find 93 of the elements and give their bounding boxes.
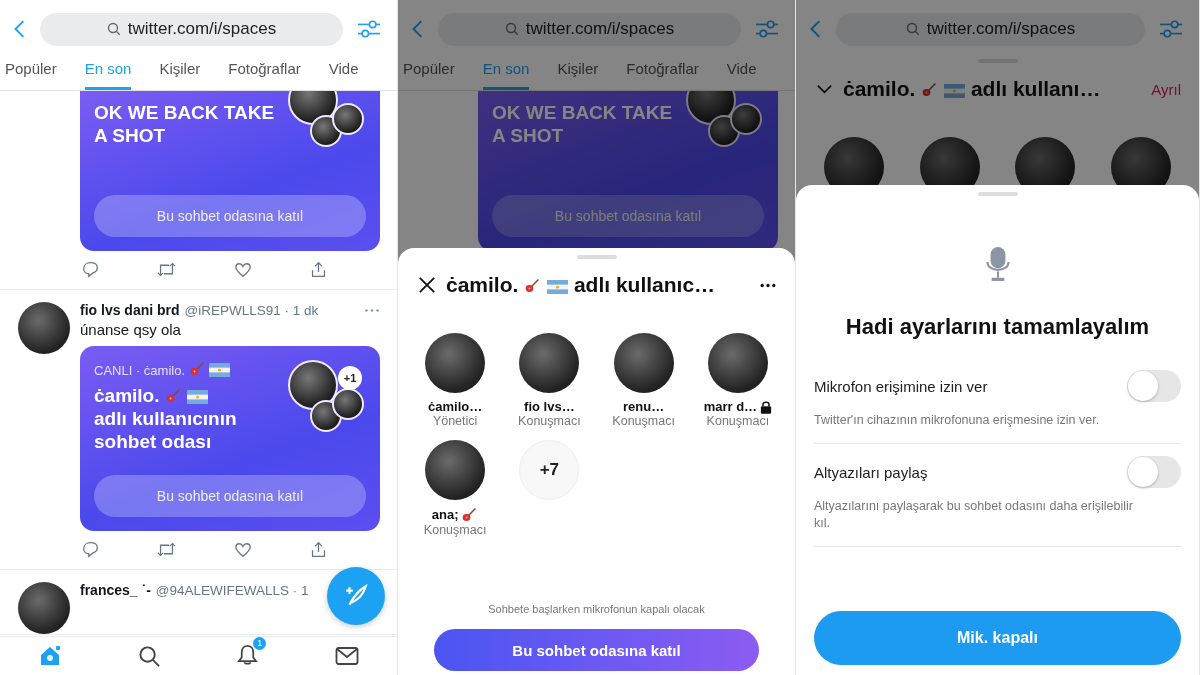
space-title: adlı kullanı… xyxy=(970,77,1101,100)
flag-icon xyxy=(187,390,209,404)
filter-icon[interactable] xyxy=(1159,18,1183,40)
like-icon[interactable] xyxy=(234,261,252,279)
guitar-icon xyxy=(921,81,939,98)
user-name[interactable]: frances_ ˙- xyxy=(80,582,151,598)
join-space-button[interactable]: Bu sohbet odasına katıl xyxy=(492,195,764,237)
participant-role: Yönetici xyxy=(432,414,478,428)
lock-icon xyxy=(760,399,773,414)
back-icon[interactable] xyxy=(12,18,26,40)
setting-description: Twitter'ın cihazının mikrofonuna erişmesine izin ver. xyxy=(814,412,1101,429)
space-title: adlı kullanıcının sohbet odası xyxy=(94,407,238,453)
reply-icon[interactable] xyxy=(82,261,99,278)
user-handle: @iREPWLLS91 · 1 dk xyxy=(184,302,319,318)
retweet-icon[interactable] xyxy=(157,261,176,278)
guitar-icon xyxy=(164,387,182,404)
live-label: CANLI · ċamilo. xyxy=(94,363,186,378)
avatar-photo xyxy=(18,302,70,354)
setting-label: Mikrofon erişimine izin ver xyxy=(814,377,988,395)
sheet-handle[interactable] xyxy=(977,192,1018,196)
guitar-icon xyxy=(188,360,206,377)
microphone-icon xyxy=(984,246,1011,282)
avatar-photo xyxy=(18,582,70,634)
flag-icon xyxy=(944,84,966,98)
listener-count-badge: +1 xyxy=(338,366,362,390)
tab[interactable]: Vide xyxy=(726,60,757,90)
reply-icon[interactable] xyxy=(82,541,99,558)
space-card[interactable]: OK WE BACK TAKE A SHOT Bu sohbet odasına katıl xyxy=(478,91,778,251)
leave-button[interactable]: Ayrıl xyxy=(1151,80,1181,98)
space-card[interactable]: OK WE BACK TAKE A SHOT Bu sohbet odasına katıl xyxy=(80,91,380,251)
toggle-switch[interactable] xyxy=(1127,456,1181,488)
close-icon[interactable] xyxy=(418,276,436,294)
tab[interactable]: Vide xyxy=(328,60,359,90)
flag-icon xyxy=(547,280,569,294)
tab[interactable]: Popüler xyxy=(403,60,455,90)
participant-name: ana; xyxy=(431,507,459,522)
join-space-button[interactable]: Bu sohbet odasına katıl xyxy=(94,475,366,517)
participant-role: Konuşmacı xyxy=(612,414,675,428)
filter-icon[interactable] xyxy=(357,18,381,40)
search-icon xyxy=(106,21,122,37)
tab[interactable]: Fotoğraflar xyxy=(626,60,699,90)
guitar-icon xyxy=(461,506,479,523)
search-icon[interactable] xyxy=(137,644,161,668)
more-icon[interactable] xyxy=(759,282,777,288)
mail-icon[interactable] xyxy=(335,646,360,666)
notification-badge: 1 xyxy=(253,636,267,650)
retweet-icon[interactable] xyxy=(157,541,176,558)
mic-off-button[interactable]: Mik. kapalı xyxy=(814,611,1181,665)
search-icon xyxy=(905,21,921,37)
search-field[interactable]: twitter.com/i/spaces xyxy=(40,12,343,46)
more-participants-button[interactable]: +7 xyxy=(519,440,580,500)
toggle-switch[interactable] xyxy=(1127,370,1181,402)
setting-description: Altyazılarını paylaşarak bu sohbet odasını daha erişilebilir kıl. xyxy=(814,498,1134,532)
user-name[interactable]: fio lvs dani brd xyxy=(80,302,180,318)
host-name: ċamilo. xyxy=(843,77,916,100)
participant-name: renu… xyxy=(623,399,665,414)
back-icon[interactable] xyxy=(410,18,424,40)
share-icon[interactable] xyxy=(310,541,327,558)
share-icon[interactable] xyxy=(310,261,327,278)
dialog-heading: Hadi ayarlarını tamamlayalım xyxy=(844,314,1151,340)
participant-role: Konuşmacı xyxy=(706,414,770,428)
chevron-down-icon[interactable] xyxy=(816,84,833,94)
filter-icon[interactable] xyxy=(755,18,779,40)
join-space-button[interactable]: Bu sohbet odasına katıl xyxy=(434,629,759,671)
participant-name: marr d… xyxy=(703,399,758,414)
space-title: OK WE BACK TAKE A SHOT xyxy=(94,101,276,147)
setting-label: Altyazıları paylaş xyxy=(814,463,928,481)
search-field[interactable]: twitter.com/i/spaces xyxy=(836,12,1145,46)
participant-name: ċamilo… xyxy=(428,399,483,414)
back-icon[interactable] xyxy=(808,18,822,40)
host-name: ċamilo. xyxy=(446,273,519,296)
guitar-icon xyxy=(524,277,542,294)
tab[interactable]: Kişiler xyxy=(159,60,201,90)
bell-icon[interactable] xyxy=(236,642,260,666)
tweet-text: únanse qsy ola xyxy=(80,321,182,338)
participant-role: Konuşmacı xyxy=(423,523,487,537)
space-card[interactable]: CANLI · ċamilo. ċamilo. adlı kullanıcının sohbet odası +1 Bu sohbet odasına katıl xyxy=(80,346,380,531)
mic-off-note: Sohbete başlarken mikrofonun kapalı olacak xyxy=(487,603,706,615)
search-icon xyxy=(504,21,520,37)
join-space-button[interactable]: Bu sohbet odasına katıl xyxy=(94,195,366,237)
tab[interactable]: Fotoğraflar xyxy=(228,60,301,90)
host-name: ċamilo. xyxy=(94,385,160,406)
sheet-handle[interactable] xyxy=(576,255,617,259)
space-title: adlı kullanıc… xyxy=(573,273,716,296)
tab[interactable]: Kişiler xyxy=(557,60,599,90)
tab[interactable]: Popüler xyxy=(5,60,57,90)
space-title: OK WE BACK TAKE A SHOT xyxy=(492,101,674,147)
participant-role: Konuşmacı xyxy=(518,414,581,428)
like-icon[interactable] xyxy=(234,541,252,559)
search-field[interactable]: twitter.com/i/spaces xyxy=(438,12,741,46)
flag-icon xyxy=(209,363,231,377)
participant-name: fio lvs… xyxy=(524,399,575,414)
user-handle: @94ALEWIFEWALLS · 1 xyxy=(155,582,309,598)
